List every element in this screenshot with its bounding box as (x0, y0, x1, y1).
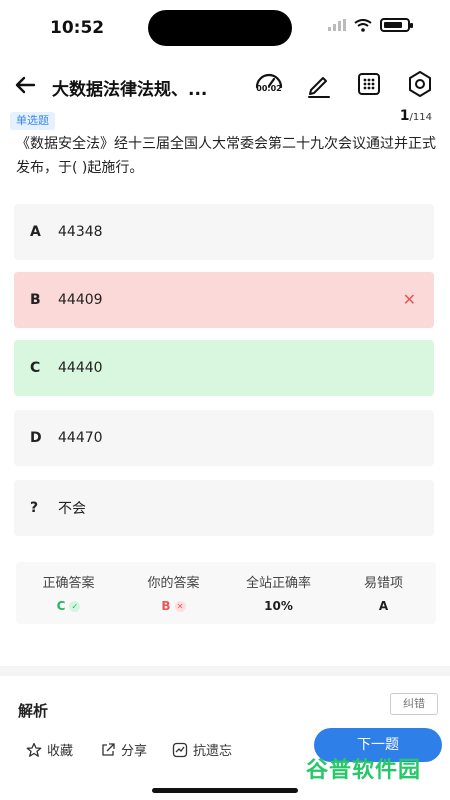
stat-site-accuracy: 全站正确率 10% (226, 562, 331, 624)
option-letter: C (30, 360, 41, 376)
watermark-logo: 谷普软件园 (306, 758, 422, 783)
status-icons (328, 18, 413, 32)
wifi-icon (354, 18, 372, 32)
section-divider (0, 666, 450, 676)
question-counter: 1/114 (400, 108, 432, 124)
option-letter: A (30, 224, 41, 240)
timer-readout: 00:02 (256, 84, 282, 93)
anti-forget-label: 抗遗忘 (193, 744, 233, 759)
share-icon (102, 742, 115, 756)
dynamic-island (148, 10, 292, 46)
report-error-button[interactable]: 纠错 (390, 693, 438, 715)
option-unknown[interactable]: ? 不会 (14, 480, 434, 536)
trend-chart-icon (172, 742, 188, 757)
option-letter: ? (30, 500, 39, 516)
share-label: 分享 (121, 744, 148, 759)
stat-correct-answer: 正确答案 C ✓ (16, 562, 121, 624)
stat-label: 你的答案 (147, 576, 200, 591)
analysis-heading: 解析 (18, 702, 49, 720)
cross-icon: ✕ (174, 600, 186, 612)
option-text: 44348 (58, 224, 103, 240)
option-text: 44440 (58, 360, 103, 376)
edit-pen-icon[interactable] (303, 68, 335, 100)
home-indicator[interactable] (152, 788, 298, 793)
question-text: 《数据安全法》经十三届全国人大常委会第二十九次会议通过并正式发布，于( )起施行… (16, 136, 436, 176)
stat-label: 易错项 (363, 576, 403, 591)
anti-forget-button[interactable]: 抗遗忘 (172, 740, 232, 759)
favorite-label: 收藏 (47, 744, 74, 759)
stat-value: A (378, 599, 389, 613)
status-time: 10:52 (50, 18, 105, 38)
star-icon (26, 742, 42, 757)
signal-icon (328, 19, 346, 31)
settings-hexagon-icon[interactable] (404, 68, 436, 100)
answer-stats: 正确答案 C ✓ 你的答案 B ✕ 全站正确率 10% 易错项 A (16, 562, 436, 624)
option-letter: D (30, 430, 42, 446)
top-navigation: 大数据法律法规、... (0, 62, 450, 108)
wrong-x-icon: ✕ (402, 290, 416, 309)
back-arrow-icon[interactable] (10, 70, 40, 100)
question-type-tag: 单选题 (10, 112, 55, 130)
stat-common-mistake: 易错项 A (331, 562, 436, 624)
battery-icon (380, 18, 413, 32)
current-question-number: 1 (399, 108, 410, 124)
favorite-button[interactable]: 收藏 (26, 740, 73, 759)
option-a[interactable]: A 44348 (14, 204, 434, 260)
page-title: 大数据法律法规、... (52, 80, 208, 100)
stat-your-answer: 你的答案 B ✕ (121, 562, 226, 624)
option-text: 44470 (58, 430, 103, 446)
stat-value: B (161, 599, 171, 613)
check-icon: ✓ (69, 600, 81, 612)
option-d[interactable]: D 44470 (14, 410, 434, 466)
stat-value: 10% (264, 599, 293, 613)
share-button[interactable]: 分享 (100, 740, 147, 759)
option-b[interactable]: B 44409 ✕ (14, 272, 434, 328)
option-text: 44409 (58, 292, 103, 308)
answer-sheet-grid-icon[interactable] (353, 68, 385, 100)
option-c[interactable]: C 44440 (14, 340, 434, 396)
stat-value: C (56, 599, 66, 613)
status-bar: 10:52 (0, 0, 450, 58)
option-letter: B (30, 292, 41, 308)
total-questions: /114 (409, 112, 432, 123)
stat-label: 正确答案 (42, 576, 95, 591)
stat-label: 全站正确率 (245, 576, 311, 591)
option-text: 不会 (58, 501, 86, 517)
